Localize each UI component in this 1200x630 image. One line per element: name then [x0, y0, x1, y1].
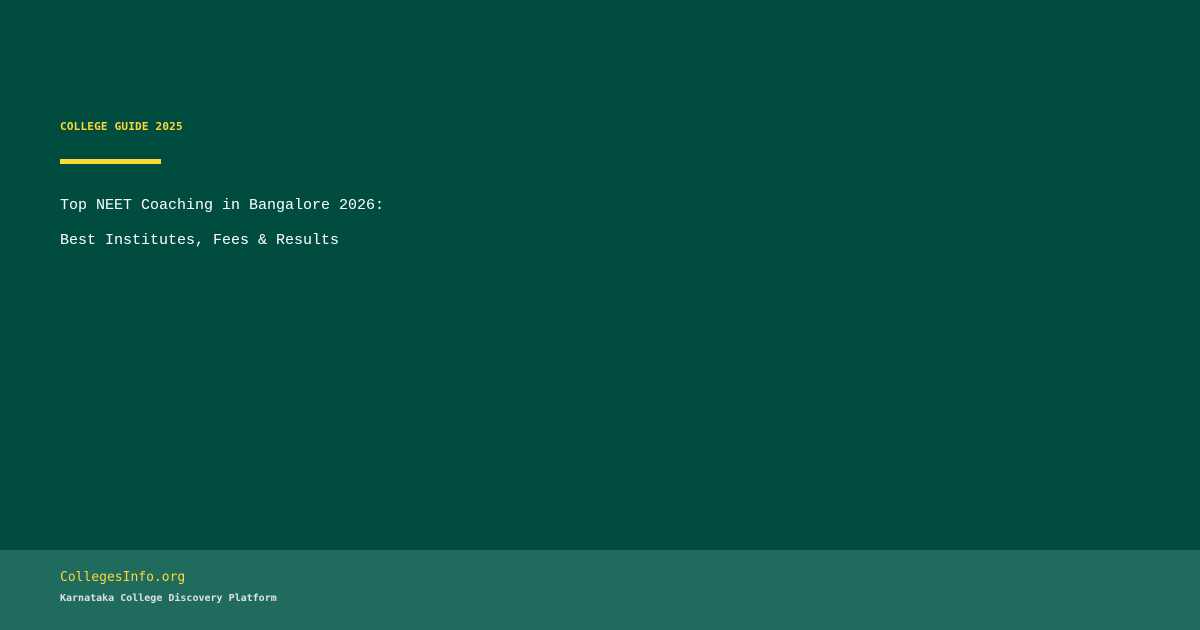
footer-bar: CollegesInfo.org Karnataka College Disco… — [0, 550, 1200, 630]
site-tagline: Karnataka College Discovery Platform — [60, 593, 277, 604]
category-label: COLLEGE GUIDE 2025 — [60, 120, 183, 133]
accent-bar — [60, 159, 161, 164]
main-content: COLLEGE GUIDE 2025 Top NEET Coaching in … — [60, 120, 1140, 258]
title-line-2: Best Institutes, Fees & Results — [60, 232, 340, 249]
og-card: { "header": { "eyebrow": "COLLEGE GUIDE … — [0, 0, 1200, 630]
title-line-1: Top NEET Coaching in Bangalore 2026: — [60, 197, 385, 214]
site-brand: CollegesInfo.org — [60, 570, 186, 585]
page-title: Top NEET Coaching in Bangalore 2026: Bes… — [60, 188, 1140, 258]
